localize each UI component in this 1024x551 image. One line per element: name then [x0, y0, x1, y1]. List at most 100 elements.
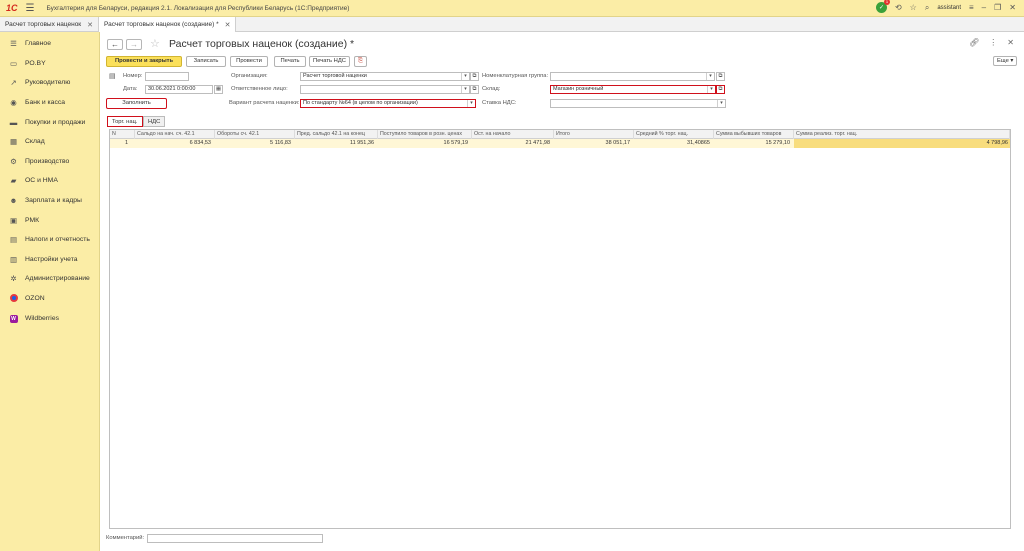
sidebar-item-manager[interactable]: ↗ Руководителю	[0, 73, 99, 93]
markup-table: N Сальдо на нач. сч. 42.1 Обороты сч. 42…	[109, 129, 1011, 529]
sidebar-item-purchases-sales[interactable]: ▬ Покупки и продажи	[0, 112, 99, 132]
more-vertical-icon[interactable]: ⋮	[989, 38, 997, 47]
sidebar-item-accounting-settings[interactable]: ▥ Настройки учета	[0, 250, 99, 270]
table-cell[interactable]: 21 471,98	[472, 139, 552, 148]
column-header[interactable]: N	[110, 130, 135, 139]
sidebar-item-ozon[interactable]: OZON	[0, 289, 99, 309]
link-icon[interactable]: 🔗︎	[969, 38, 979, 47]
open-warehouse-icon[interactable]: ⧉	[716, 85, 725, 94]
dropdown-icon[interactable]: ▾	[461, 86, 469, 93]
calendar-icon[interactable]: ▦	[214, 85, 223, 94]
notifications-icon[interactable]: ✓ 1	[875, 0, 890, 13]
column-header[interactable]: Обороты сч. 42.1	[215, 130, 295, 139]
close-tab-icon[interactable]: ✕	[87, 21, 93, 29]
sidebar-item-production[interactable]: ⚙ Производство	[0, 152, 99, 172]
table-cell[interactable]: 15 279,10	[714, 139, 792, 148]
column-header[interactable]: Сумма реализ. торг. нац.	[794, 130, 1010, 139]
sidebar-item-wildberries[interactable]: W Wildberries	[0, 308, 99, 328]
table-cell-selected[interactable]: 4 798,96	[794, 139, 1010, 148]
column-header[interactable]: Ост. на начало	[472, 130, 554, 139]
date-field[interactable]: 30.06.2021 0:00:00	[145, 85, 213, 94]
trend-icon: ↗	[10, 78, 17, 88]
sidebar-item-fixed-assets[interactable]: ▰ ОС и НМА	[0, 171, 99, 191]
column-header[interactable]: Сальдо на нач. сч. 42.1	[135, 130, 215, 139]
restore-icon[interactable]: ❐	[994, 3, 1001, 12]
open-organization-icon[interactable]: ⧉	[470, 72, 479, 81]
table-cell[interactable]: 38 051,17	[554, 139, 632, 148]
table-row[interactable]: 1 6 834,53 5 116,83 11 951,36 16 579,19 …	[110, 139, 1010, 148]
column-header[interactable]: Средний % торг. нац.	[634, 130, 714, 139]
sidebar-item-roby[interactable]: ▭ РО.BY	[0, 54, 99, 74]
close-tab-icon[interactable]: ✕	[225, 21, 231, 29]
table-cell[interactable]: 11 951,36	[295, 139, 376, 148]
table-cell[interactable]: 6 834,53	[135, 139, 213, 148]
print-button[interactable]: Печать	[274, 56, 306, 67]
favorite-star-icon[interactable]: ☆	[150, 37, 160, 50]
tab-vat[interactable]: НДС	[143, 116, 166, 127]
tab-trade-markup[interactable]: Торг. нац.	[107, 116, 143, 127]
dropdown-icon[interactable]: ▾	[467, 100, 475, 107]
favorites-icon[interactable]: ☆	[910, 3, 917, 12]
title-bar-tools: ✓ 1 ⟲ ☆ ⌕ assistant ≡ – ❐ ✕	[875, 0, 1016, 13]
table-cell[interactable]: 31,40865	[634, 139, 712, 148]
app-logo: 1С	[6, 3, 18, 13]
history-icon[interactable]: ⟲	[895, 3, 902, 12]
table-cell[interactable]: 1	[110, 139, 130, 148]
column-header[interactable]: Пред. сальдо 42.1 на конец	[295, 130, 378, 139]
forward-button[interactable]: →	[126, 39, 142, 50]
search-icon[interactable]: ⌕	[925, 3, 929, 13]
sidebar-item-label: OZON	[25, 295, 45, 303]
number-field[interactable]	[145, 72, 189, 81]
user-name[interactable]: assistant	[937, 5, 961, 11]
sidebar-item-bank[interactable]: ◉ Банк и касса	[0, 93, 99, 113]
table-cell[interactable]: 5 116,83	[215, 139, 293, 148]
column-header[interactable]: Поступило товаров в розн. ценах	[378, 130, 472, 139]
sidebar-item-warehouse[interactable]: ▦ Склад	[0, 132, 99, 152]
close-form-icon[interactable]: ✕	[1007, 38, 1014, 47]
responsible-label: Ответственное лицо:	[231, 86, 288, 92]
settings-menu-icon[interactable]: ≡	[969, 3, 974, 12]
sidebar-item-main[interactable]: ☰ Главное	[0, 34, 99, 54]
organization-field[interactable]: Расчет торговой наценки ▾	[300, 72, 470, 81]
column-header[interactable]: Сумма выбывших товаров	[714, 130, 794, 139]
responsible-field[interactable]: ▾	[300, 85, 470, 94]
warehouse-field[interactable]: Магазин розничный ▾	[550, 85, 716, 94]
minimize-icon[interactable]: –	[982, 3, 986, 12]
ozon-icon	[9, 293, 18, 302]
sidebar-item-label: Покупки и продажи	[25, 118, 86, 126]
save-button[interactable]: Записать	[186, 56, 226, 67]
attach-icon[interactable]: ⎘	[354, 56, 367, 67]
sidebar-item-salary[interactable]: ☻ Зарплата и кадры	[0, 191, 99, 211]
doc-tab-label: Расчет торговых наценок (создание) *	[104, 21, 219, 28]
post-and-close-button[interactable]: Провести и закрыть	[106, 56, 182, 67]
date-label: Дата:	[123, 86, 138, 92]
doc-tab-list[interactable]: Расчет торговых наценок ✕	[0, 17, 100, 32]
open-nomenclature-group-icon[interactable]: ⧉	[716, 72, 725, 81]
close-icon[interactable]: ✕	[1009, 3, 1016, 12]
doc-tab-current[interactable]: Расчет торговых наценок (создание) * ✕	[99, 17, 237, 32]
sidebar-item-label: Банк и касса	[25, 99, 66, 107]
sidebar-item-taxes[interactable]: ▤ Налоги и отчетность	[0, 230, 99, 250]
dropdown-icon[interactable]: ▾	[706, 73, 714, 80]
dropdown-icon[interactable]: ▾	[707, 86, 715, 93]
comment-field[interactable]	[147, 534, 323, 543]
print-vat-button[interactable]: Печать НДС	[309, 56, 350, 67]
sidebar-item-admin[interactable]: ✲ Администрирование	[0, 269, 99, 289]
post-button[interactable]: Провести	[230, 56, 268, 67]
more-button[interactable]: Еще ▾	[993, 56, 1017, 66]
page-title: Расчет торговых наценок (создание) *	[169, 38, 355, 50]
open-responsible-icon[interactable]: ⧉	[470, 85, 479, 94]
table-cell[interactable]: 16 579,19	[378, 139, 470, 148]
nomenclature-group-field[interactable]: ▾	[550, 72, 715, 81]
people-icon: ☻	[9, 196, 18, 206]
vat-rate-field[interactable]: ▾	[550, 99, 726, 108]
fill-button[interactable]: Заполнить	[106, 98, 167, 109]
number-label: Номер:	[123, 73, 143, 79]
variant-field[interactable]: По стандарту №64 (в целом по организации…	[300, 99, 476, 108]
sidebar-item-rmk[interactable]: ▣ РМК	[0, 210, 99, 230]
hamburger-menu-icon[interactable]: ☰	[26, 3, 35, 14]
back-button[interactable]: ←	[107, 39, 123, 50]
dropdown-icon[interactable]: ▾	[717, 100, 725, 107]
dropdown-icon[interactable]: ▾	[461, 73, 469, 80]
column-header[interactable]: Итого	[554, 130, 634, 139]
